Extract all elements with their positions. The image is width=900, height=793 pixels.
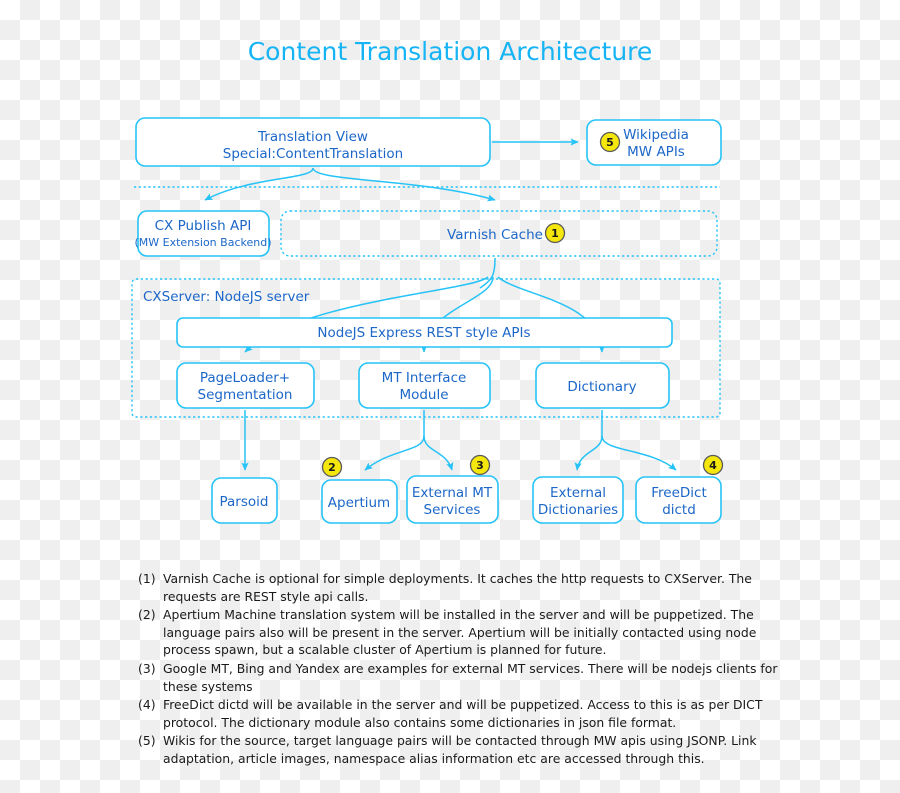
footnote-text: Google MT, Bing and Yandex are examples …: [163, 661, 778, 694]
node-external-mt-line1: External MT: [412, 485, 493, 501]
node-mt-interface-line2: Module: [399, 387, 448, 403]
edge-dictionary-to-freedict: [601, 435, 677, 471]
node-external-dictionaries-line2: Dictionaries: [538, 502, 618, 518]
badge-5-label: 5: [606, 136, 614, 149]
node-freedict-line1: FreeDict: [651, 485, 707, 501]
page-title: Content Translation Architecture: [248, 37, 653, 66]
badge-3-label: 3: [476, 459, 484, 472]
footnote-item: (2) Apertium Machine translation system …: [138, 606, 778, 659]
node-parsoid-label: Parsoid: [220, 494, 269, 510]
node-freedict-line2: dictd: [662, 502, 696, 518]
node-dictionary-label: Dictionary: [567, 379, 636, 395]
node-external-mt-line2: Services: [424, 502, 481, 518]
footnote-number: (1): [138, 571, 156, 586]
footnote-number: (2): [138, 607, 156, 623]
edge-translationview-to-cxpublish: [204, 167, 314, 201]
node-wikipedia-line2: MW APIs: [627, 144, 685, 160]
node-cx-publish-api-line2: (MW Extension Backend): [135, 236, 272, 249]
footnotes-list: (1) Varnish Cache is optional for simple…: [138, 570, 778, 769]
edge-dictionary-to-external-dictionaries: [574, 435, 603, 471]
footnote-number: (3): [138, 661, 156, 677]
badge-2-label: 2: [328, 461, 336, 474]
node-varnish-cache-label: Varnish Cache: [447, 227, 543, 243]
edge-mt-to-apertium: [364, 435, 425, 471]
footnote-item: (5) Wikis for the source, target languag…: [138, 732, 778, 767]
node-mt-interface-line1: MT Interface: [382, 370, 467, 386]
footnote-text: Wikis for the source, target language pa…: [163, 733, 757, 767]
footnote-text: FreeDict dictd will be available in the …: [163, 697, 763, 730]
badge-1-label: 1: [551, 227, 559, 240]
node-translation-view-line2: Special:ContentTranslation: [223, 146, 403, 162]
edge-translationview-to-varnish: [312, 167, 496, 202]
edge-varnish-stem: [479, 257, 496, 289]
footnote-item: (4) FreeDict dictd will be available in …: [138, 696, 778, 731]
footnote-number: (5): [138, 733, 156, 749]
node-apertium-label: Apertium: [328, 495, 390, 511]
node-pageloader-line1: PageLoader+: [200, 370, 290, 386]
footnote-item: (3) Google MT, Bing and Yandex are examp…: [138, 660, 778, 695]
node-cx-publish-api-line1: CX Publish API: [155, 218, 252, 234]
edge-mt-to-external-mt: [423, 435, 454, 471]
group-cxserver-label: CXServer: NodeJS server: [143, 289, 310, 305]
node-wikipedia-line1: Wikipedia: [623, 127, 689, 143]
footnote-item: (1) Varnish Cache is optional for simple…: [138, 570, 778, 605]
footnote-text: Varnish Cache is optional for simple dep…: [163, 571, 752, 604]
node-pageloader-line2: Segmentation: [198, 387, 293, 403]
footnote-number: (4): [138, 697, 156, 713]
node-translation-view-line1: Translation View: [257, 129, 368, 145]
badge-4-label: 4: [709, 459, 717, 472]
node-rest-apis-label: NodeJS Express REST style APIs: [317, 325, 530, 341]
footnote-text: Apertium Machine translation system will…: [163, 607, 757, 658]
node-external-dictionaries-line1: External: [550, 485, 606, 501]
